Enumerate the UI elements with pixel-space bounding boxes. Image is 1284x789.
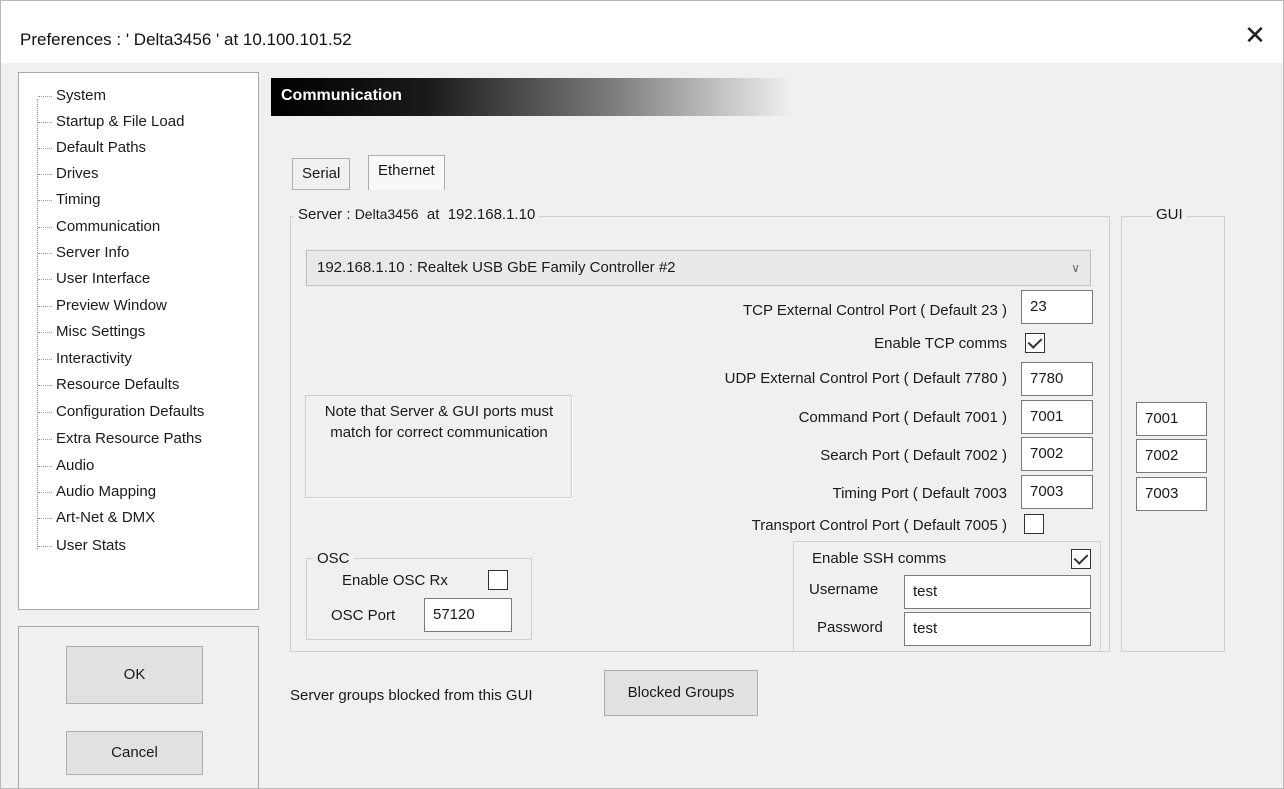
osc-enable-label: Enable OSC Rx [342, 572, 448, 589]
command-port-input[interactable]: 7001 [1021, 400, 1093, 434]
ssh-password-input[interactable]: test [904, 612, 1091, 646]
osc-port-input[interactable]: 57120 [424, 598, 512, 632]
enable-tcp-checkbox[interactable] [1025, 333, 1045, 353]
tree-item-resource-defaults[interactable]: Resource Defaults [38, 372, 179, 398]
tcp-port-input[interactable]: 23 [1021, 290, 1093, 324]
tree-item-drives[interactable]: Drives [38, 161, 99, 187]
preferences-tree: System Startup & File Load Default Paths… [18, 72, 259, 610]
server-legend-name: Delta3456 [354, 206, 419, 222]
section-title: Communication [281, 87, 402, 104]
tree-item-extra-resource-paths[interactable]: Extra Resource Paths [38, 426, 202, 452]
cancel-button[interactable]: Cancel [66, 731, 203, 775]
ok-button[interactable]: OK [66, 646, 203, 704]
blocked-groups-button[interactable]: Blocked Groups [604, 670, 758, 716]
tree-item-interactivity[interactable]: Interactivity [38, 346, 132, 372]
udp-port-input[interactable]: 7780 [1021, 362, 1093, 396]
tree-item-communication[interactable]: Communication [38, 214, 160, 240]
gui-legend: GUI [1152, 206, 1187, 223]
close-icon[interactable]: ✕ [1240, 20, 1270, 50]
server-legend: Server : Delta3456 at 192.168.1.10 [294, 206, 540, 223]
server-legend-ip: 192.168.1.10 [447, 206, 536, 223]
search-port-label: Search Port ( Default 7002 ) [820, 447, 1007, 464]
tree-item-server-info[interactable]: Server Info [38, 240, 129, 266]
network-adapter-value: 192.168.1.10 : Realtek USB GbE Family Co… [317, 259, 676, 276]
osc-enable-checkbox[interactable] [488, 570, 508, 590]
gui-search-port-input[interactable]: 7002 [1136, 439, 1207, 473]
search-port-input[interactable]: 7002 [1021, 437, 1093, 471]
tree-item-configuration-defaults[interactable]: Configuration Defaults [38, 399, 204, 425]
osc-port-label: OSC Port [331, 607, 396, 624]
port-match-note: Note that Server & GUI ports must match … [305, 395, 573, 499]
window-title: Preferences : ' Delta3456 ' at 10.100.10… [20, 30, 352, 49]
ssh-enable-label: Enable SSH comms [812, 550, 947, 567]
osc-legend: OSC [313, 550, 354, 567]
tree-item-timing[interactable]: Timing [38, 187, 100, 213]
gui-timing-port-input[interactable]: 7003 [1136, 477, 1207, 511]
gui-command-port-input[interactable]: 7001 [1136, 402, 1207, 436]
tree-item-user-stats[interactable]: User Stats [38, 533, 126, 559]
tab-serial[interactable]: Serial [292, 158, 351, 190]
section-header: Communication [271, 78, 791, 116]
dialog-buttons-panel: OK Cancel [18, 626, 259, 789]
tree-item-art-net-dmx[interactable]: Art-Net & DMX [38, 505, 155, 531]
transport-port-label: Transport Control Port ( Default 7005 ) [751, 517, 1007, 534]
udp-port-label: UDP External Control Port ( Default 7780… [724, 370, 1007, 387]
transport-port-checkbox[interactable] [1024, 514, 1044, 534]
ssh-enable-checkbox[interactable] [1071, 549, 1091, 569]
tree-item-default-paths[interactable]: Default Paths [38, 135, 146, 161]
tab-ethernet[interactable]: Ethernet [368, 155, 445, 190]
ssh-password-label: Password [817, 619, 883, 636]
tcp-port-label: TCP External Control Port ( Default 23 ) [743, 302, 1007, 319]
timing-port-input[interactable]: 7003 [1021, 475, 1093, 509]
server-legend-prefix: Server : [298, 206, 355, 223]
ssh-username-input[interactable]: test [904, 575, 1091, 609]
tree-item-startup-file-load[interactable]: Startup & File Load [38, 109, 184, 135]
ssh-username-label: Username [809, 581, 879, 598]
tree-item-user-interface[interactable]: User Interface [38, 266, 150, 292]
tree-item-system[interactable]: System [38, 83, 106, 109]
tree-item-audio-mapping[interactable]: Audio Mapping [38, 479, 156, 505]
enable-tcp-label: Enable TCP comms [874, 335, 1007, 352]
tree-item-preview-window[interactable]: Preview Window [38, 293, 167, 319]
network-adapter-select[interactable]: 192.168.1.10 : Realtek USB GbE Family Co… [306, 250, 1091, 286]
chevron-down-icon: ∨ [1071, 261, 1080, 275]
timing-port-label: Timing Port ( Default 7003 [832, 485, 1007, 502]
server-legend-at: at [418, 206, 448, 223]
tree-item-misc-settings[interactable]: Misc Settings [38, 319, 145, 345]
blocked-groups-label: Server groups blocked from this GUI [290, 687, 533, 704]
tree-item-audio[interactable]: Audio [38, 453, 94, 479]
command-port-label: Command Port ( Default 7001 ) [798, 409, 1007, 426]
